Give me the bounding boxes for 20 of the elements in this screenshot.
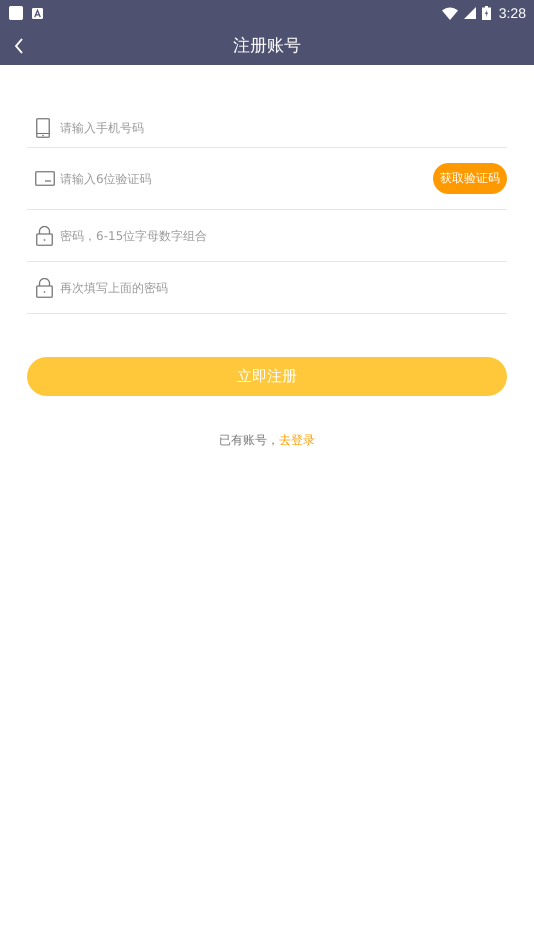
input-field[interactable]: 请输入6位验证码: [60, 168, 433, 188]
login-link[interactable]: 去登录: [279, 433, 315, 447]
keyboard-icon: [35, 171, 55, 186]
notification-icon: [9, 6, 23, 20]
notification-icon: [32, 8, 43, 18]
screen-title: 注册账号: [233, 35, 301, 57]
battery-icon: [482, 6, 491, 20]
register-button[interactable]: 立即注册: [27, 357, 507, 396]
wifi-icon: [442, 6, 458, 20]
input-field[interactable]: 再次填写上面的密码: [60, 278, 507, 298]
input-field[interactable]: 请输入手机号码: [60, 118, 507, 138]
signal-icon: [464, 7, 476, 19]
login-prompt: 已有账号，去登录: [218, 432, 316, 449]
lock-icon: [36, 278, 53, 298]
lock-icon: [36, 226, 53, 246]
back-icon[interactable]: [14, 38, 24, 54]
phone-icon: [36, 118, 50, 138]
clock: 3:28: [498, 5, 526, 21]
input-field[interactable]: 密码，6-15位字母数字组合: [60, 226, 507, 246]
get-code-button[interactable]: 获取验证码: [433, 163, 507, 194]
